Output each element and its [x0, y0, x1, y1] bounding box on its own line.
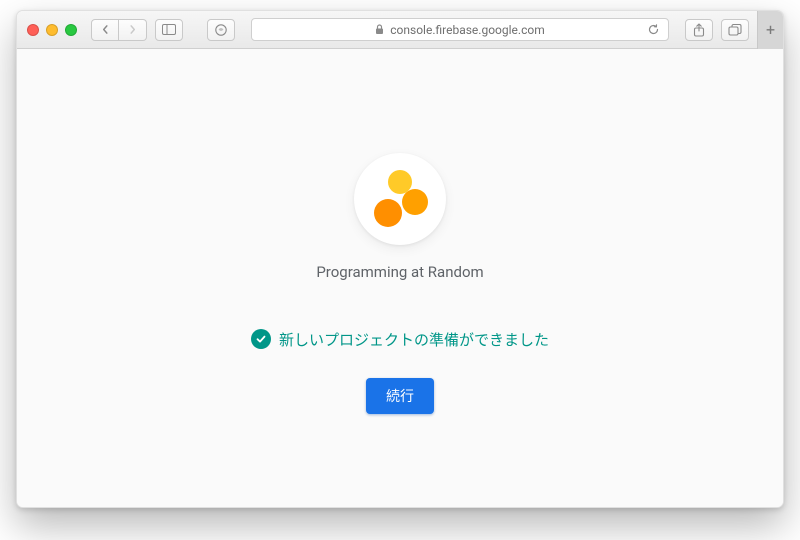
- minimize-window-button[interactable]: [46, 24, 58, 36]
- avatar-dot: [374, 199, 402, 227]
- url-text: console.firebase.google.com: [390, 23, 544, 37]
- site-settings-button[interactable]: [207, 19, 235, 41]
- titlebar: console.firebase.google.com +: [17, 11, 783, 49]
- page-content: Programming at Random 新しいプロジェクトの準備ができました…: [17, 49, 783, 507]
- close-window-button[interactable]: [27, 24, 39, 36]
- sidebar-toggle-button[interactable]: [155, 19, 183, 41]
- project-avatar: [354, 153, 446, 245]
- new-tab-button[interactable]: +: [757, 11, 783, 49]
- address-bar[interactable]: console.firebase.google.com: [251, 18, 669, 41]
- reload-button[interactable]: [647, 23, 660, 36]
- ready-message: 新しいプロジェクトの準備ができました: [279, 329, 549, 350]
- tabs-button[interactable]: [721, 19, 749, 41]
- nav-buttons: [91, 19, 147, 41]
- browser-window: console.firebase.google.com + Programmin…: [16, 10, 784, 508]
- lock-icon: [375, 24, 384, 35]
- zoom-window-button[interactable]: [65, 24, 77, 36]
- project-name: Programming at Random: [316, 263, 483, 281]
- share-button[interactable]: [685, 19, 713, 41]
- window-controls: [27, 24, 77, 36]
- forward-button[interactable]: [119, 19, 147, 41]
- ready-status: 新しいプロジェクトの準備ができました: [251, 329, 549, 350]
- back-button[interactable]: [91, 19, 119, 41]
- avatar-dot: [402, 189, 428, 215]
- checkmark-icon: [251, 329, 271, 349]
- continue-button[interactable]: 続行: [366, 378, 434, 414]
